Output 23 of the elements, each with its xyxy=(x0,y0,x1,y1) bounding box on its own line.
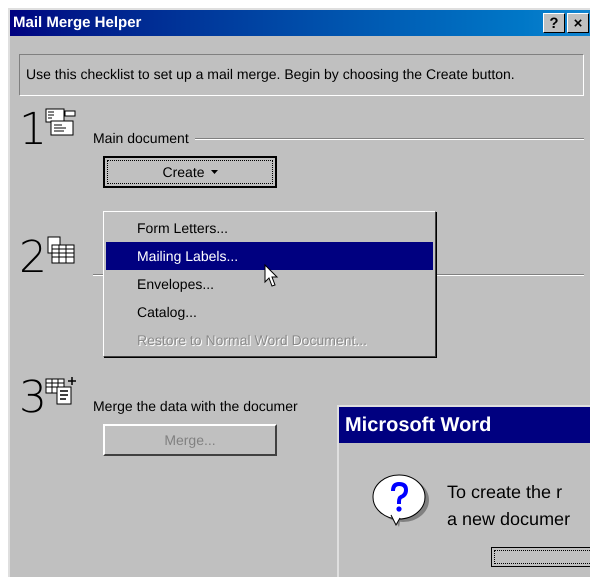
step-label: Main document xyxy=(93,129,189,148)
step-number: 2 xyxy=(19,236,43,280)
caret-icon xyxy=(210,170,218,174)
menu-item[interactable]: Catalog... xyxy=(106,298,433,326)
document-icon xyxy=(45,108,77,138)
instruction-text: Use this checklist to set up a mail merge. Begin by choosing the Create button. xyxy=(19,54,584,96)
close-button[interactable]: × xyxy=(567,13,589,33)
message-text-line: To create the r xyxy=(447,481,564,504)
dialog-title: Microsoft Word xyxy=(345,413,492,438)
dialog-button[interactable] xyxy=(491,547,590,567)
merge-table-icon xyxy=(45,376,77,406)
create-button[interactable]: Create xyxy=(103,156,277,188)
window-title: Mail Merge Helper xyxy=(13,12,142,33)
step-number: 3 xyxy=(19,376,43,420)
message-text-line: a new documer xyxy=(447,508,570,531)
mouse-pointer-icon xyxy=(264,264,280,288)
step-number: 1 xyxy=(19,108,43,152)
menu-item[interactable]: Envelopes... xyxy=(106,270,433,298)
help-button[interactable]: ? xyxy=(543,13,565,33)
step-label: Merge the data with the documer xyxy=(93,397,298,416)
menu-item[interactable]: Form Letters... xyxy=(106,214,433,242)
data-table-icon xyxy=(45,236,77,266)
menu-item[interactable]: Mailing Labels... xyxy=(106,242,433,270)
